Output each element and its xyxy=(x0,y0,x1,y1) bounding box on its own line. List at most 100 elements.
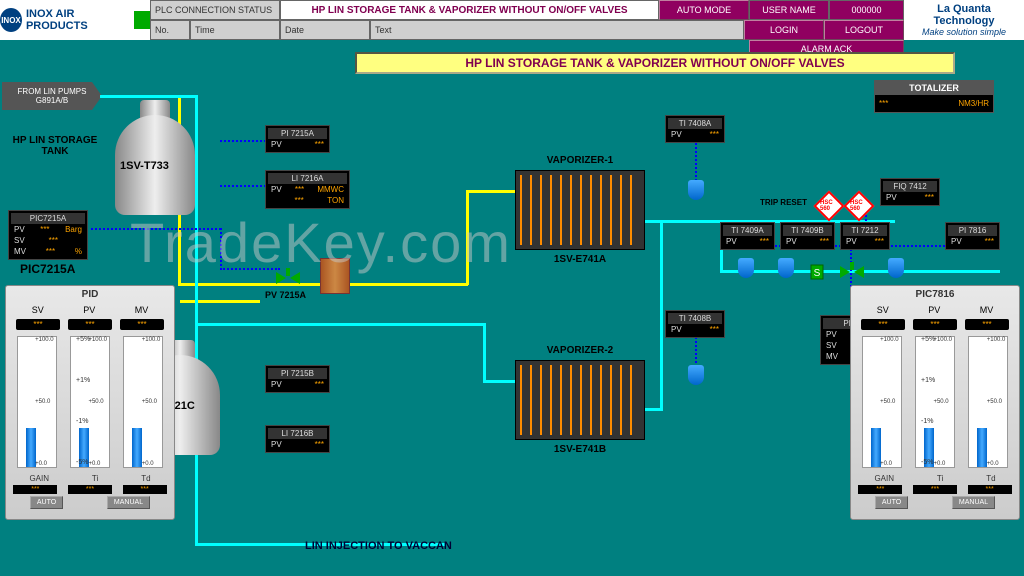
pipe xyxy=(660,220,663,410)
plc-status: PLC CONNECTION STATUS xyxy=(150,0,280,20)
pic7816-step-up5[interactable]: +5% xyxy=(921,336,949,343)
pid-pv-lbl: PV xyxy=(83,305,95,315)
hp-tank-label: HP LIN STORAGE TANK xyxy=(10,135,100,157)
pic7816-title: PIC7816 xyxy=(851,286,1019,303)
logo-r-l1: La Quanta xyxy=(937,3,991,15)
tag-ti7409a[interactable]: TI 7409A PV*** xyxy=(720,222,775,250)
tag-pi7816[interactable]: PI 7816 PV*** xyxy=(945,222,1000,250)
sensor-ti7409a xyxy=(738,258,754,278)
pid-auto-button[interactable]: AUTO xyxy=(30,496,63,509)
col-no: No. xyxy=(150,20,190,40)
top-bar: INOX INOX AIR PRODUCTS PLC CONNECTION ST… xyxy=(0,0,1024,40)
pipe xyxy=(483,323,486,383)
pic7816-step-dn5[interactable]: -5% xyxy=(921,459,949,466)
tag-ti7408b[interactable]: TI 7408B PV*** xyxy=(665,310,725,338)
pid-manual-button[interactable]: MANUAL xyxy=(107,496,150,509)
trip-icon-2[interactable]: HSC 560 xyxy=(843,190,874,221)
user-label: USER NAME xyxy=(749,0,829,20)
tag-ti7212[interactable]: TI 7212 PV*** xyxy=(840,222,890,250)
pid-sv-val: *** xyxy=(16,319,60,330)
vap2-bot: 1SV-E741B xyxy=(516,444,644,455)
tag-pi7215a[interactable]: PI 7215A PV*** xyxy=(265,125,330,153)
col-date: Date xyxy=(280,20,370,40)
valve-pv7411[interactable] xyxy=(840,262,864,282)
pid-step-dn5[interactable]: -5% xyxy=(76,459,104,466)
pid-mv-val: *** xyxy=(120,319,164,330)
logo-right: La Quanta Technology Make solution simpl… xyxy=(904,0,1024,40)
totalizer-unit: NM3/HR xyxy=(958,99,989,108)
trip-reset-label: TRIP RESET xyxy=(760,198,807,207)
tag-ti7409b[interactable]: TI 7409B PV*** xyxy=(780,222,835,250)
user-id: 000000 xyxy=(829,0,904,20)
trip-icon-1[interactable]: HSC 560 xyxy=(813,190,844,221)
pid-faceplate-right[interactable]: PIC7816 SV PV MV *** *** *** +100.0+50.0… xyxy=(850,285,1020,520)
from-l2: G891A/B xyxy=(36,96,68,105)
logo-left: INOX INOX AIR PRODUCTS xyxy=(0,0,150,40)
header-title: HP LIN STORAGE TANK & VAPORIZER WITHOUT … xyxy=(280,0,659,20)
from-l1: FROM LIN PUMPS xyxy=(18,87,87,96)
pipe xyxy=(483,380,516,383)
control-line xyxy=(220,185,270,187)
tag-li7216a[interactable]: LI 7216A PV***MMWC ***TON xyxy=(265,170,350,209)
pid-step-up1[interactable]: +1% xyxy=(76,377,104,384)
pipe xyxy=(180,300,260,303)
main-title: HP LIN STORAGE TANK & VAPORIZER WITHOUT … xyxy=(355,52,955,74)
pid-sv-lbl: SV xyxy=(32,305,44,315)
pipe xyxy=(466,190,516,193)
from-lin-pumps: FROM LIN PUMPS G891A/B xyxy=(2,82,102,110)
small-tank xyxy=(320,258,350,294)
logo-left-text: INOX AIR PRODUCTS xyxy=(26,8,130,32)
logo-r-l2: Technology xyxy=(934,15,995,27)
valve-s[interactable]: S xyxy=(805,262,829,282)
control-line xyxy=(220,268,280,270)
col-time: Time xyxy=(190,20,280,40)
tank-t733: 1SV-T733 xyxy=(105,100,205,230)
totalizer-val: *** xyxy=(879,99,888,108)
svg-text:S: S xyxy=(814,268,821,279)
pic7816-step-up1[interactable]: +1% xyxy=(921,377,949,384)
auto-mode-button[interactable]: AUTO MODE xyxy=(659,0,749,20)
logo-r-l3: Make solution simple xyxy=(922,27,1006,37)
vap1-top: VAPORIZER-1 xyxy=(516,155,644,166)
sensor-ti7409b xyxy=(778,258,794,278)
tag-fiq7412[interactable]: FIQ 7412 PV*** xyxy=(880,178,940,206)
tag-pi7215b[interactable]: PI 7215B PV*** xyxy=(265,365,330,393)
pic7816-bars: +100.0+50.0+0.0 +100.0+50.0+0.0 +100.0+5… xyxy=(851,332,1019,472)
logout-button[interactable]: LOGOUT xyxy=(824,20,904,40)
pipe xyxy=(645,408,663,411)
pic7816-auto-button[interactable]: AUTO xyxy=(875,496,908,509)
tag-ti7408a[interactable]: TI 7408A PV*** xyxy=(665,115,725,143)
login-button[interactable]: LOGIN xyxy=(744,20,824,40)
control-line xyxy=(220,228,222,270)
pipe xyxy=(100,95,198,98)
pid-mv-lbl: MV xyxy=(135,305,149,315)
pid-step-dn1[interactable]: -1% xyxy=(76,418,104,425)
pipe xyxy=(195,323,485,326)
pic7816-manual-button[interactable]: MANUAL xyxy=(952,496,995,509)
vaporizer-1: VAPORIZER-1 1SV-E741A xyxy=(515,170,645,250)
vap2-top: VAPORIZER-2 xyxy=(516,345,644,356)
logo-green-icon xyxy=(134,11,150,29)
lin-injection-label: LIN INJECTION TO VACCAN xyxy=(305,540,452,552)
tag-header: PIC7215A xyxy=(11,213,85,224)
pid-step-up5[interactable]: +5% xyxy=(76,336,104,343)
pv7215a-label: PV 7215A xyxy=(265,290,306,300)
pic7816-step-dn1[interactable]: -1% xyxy=(921,418,949,425)
valve-pv7215a[interactable] xyxy=(276,268,300,288)
pid-faceplate-left[interactable]: PID SV PV MV *** *** *** +100.0+50.0+0.0… xyxy=(5,285,175,520)
tank1-label: 1SV-T733 xyxy=(120,160,169,172)
control-line xyxy=(220,140,270,142)
totalizer-header: TOTALIZER xyxy=(875,81,993,95)
tag-li7216b[interactable]: LI 7216B PV*** xyxy=(265,425,330,453)
pipe xyxy=(466,190,469,285)
totalizer[interactable]: TOTALIZER *** NM3/HR xyxy=(874,80,994,113)
sensor-ti7408b xyxy=(688,365,704,385)
col-text: Text xyxy=(370,20,744,40)
inox-icon: INOX xyxy=(0,8,22,32)
tag-pic7215a[interactable]: PIC7215A PV***Barg SV*** MV***% xyxy=(8,210,88,260)
vaporizer-2: VAPORIZER-2 1SV-E741B xyxy=(515,360,645,440)
pic7215a-big-label: PIC7215A xyxy=(20,262,75,276)
pid-bars: +100.0+50.0+0.0 +100.0+50.0+0.0 +100.0+5… xyxy=(6,332,174,472)
sensor-ti7408a xyxy=(688,180,704,200)
vap1-bot: 1SV-E741A xyxy=(516,254,644,265)
